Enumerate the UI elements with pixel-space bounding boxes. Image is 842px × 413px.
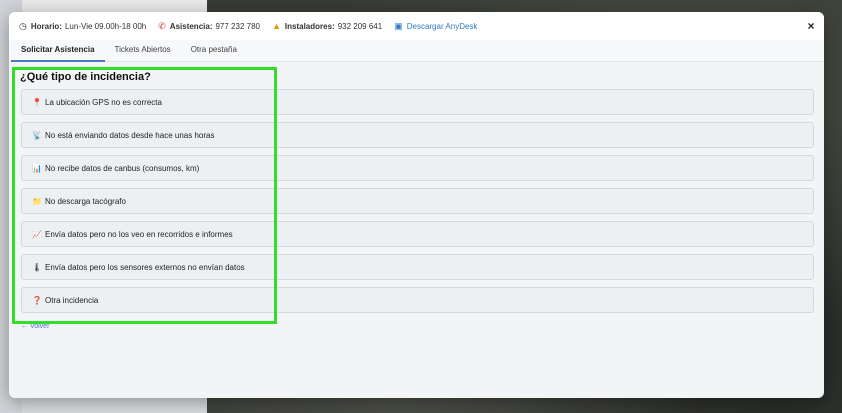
back-link[interactable]: ← Volver [21, 323, 49, 330]
bar-chart-icon: 📊 [32, 163, 42, 173]
incident-option-gps[interactable]: 📍 La ubicación GPS no es correcta [21, 89, 814, 115]
tab-otra-pestana[interactable]: Otra pestaña [181, 40, 247, 62]
assistance-label: Asistencia: [169, 21, 213, 31]
anydesk-download[interactable]: ▣ Descargar AnyDesk [394, 20, 478, 31]
incident-option-canbus[interactable]: 📊 No recibe datos de canbus (consumos, k… [21, 155, 814, 181]
incident-option-label: Envía datos pero no los veo en recorrido… [45, 229, 233, 239]
phone-icon: ✆ [158, 20, 166, 31]
installers-phone: 932 209 641 [337, 21, 383, 31]
anydesk-download-link[interactable]: Descargar AnyDesk [407, 22, 478, 31]
tab-bar: Solicitar Asistencia Tickets Abiertos Ot… [9, 40, 824, 62]
assistance-phone: 977 232 780 [215, 21, 260, 31]
incident-option-label: Otra incidencia [45, 295, 99, 305]
clock-icon: ◷ [19, 20, 27, 31]
schedule-label: Horario: [30, 21, 62, 31]
tab-solicitar-asistencia[interactable]: Solicitar Asistencia [11, 40, 105, 62]
satellite-icon: 📡 [32, 130, 42, 140]
incident-option-label: No está enviando datos desde hace unas h… [45, 130, 215, 140]
installers-label: Instaladores: [284, 21, 335, 31]
incident-option-label: La ubicación GPS no es correcta [45, 97, 162, 107]
worker-icon: ▲ [271, 20, 281, 31]
incident-options-list: 📍 La ubicación GPS no es correcta 📡 No e… [21, 89, 814, 320]
close-button[interactable]: × [804, 19, 818, 33]
question-mark-icon: ❓ [32, 295, 42, 305]
tab-content: ¿Qué tipo de incidencia? 📍 La ubicación … [9, 62, 824, 398]
incident-option-no-data[interactable]: 📡 No está enviando datos desde hace unas… [21, 122, 814, 148]
schedule-info: ◷ Horario: Lun-Vie 09.00h-18 00h [19, 20, 147, 31]
thermometer-icon: 🌡 [32, 262, 43, 272]
incident-option-other[interactable]: ❓ Otra incidencia [21, 287, 814, 313]
installers-info: ▲ Instaladores: 932 209 641 [271, 20, 383, 31]
incident-option-tachograph[interactable]: 📁 No descarga tacógrafo [21, 188, 814, 214]
incident-type-heading: ¿Qué tipo de incidencia? [20, 71, 151, 83]
tab-tickets-abiertos[interactable]: Tickets Abiertos [105, 40, 181, 62]
folder-icon: 📁 [32, 196, 42, 206]
map-pin-icon: 📍 [32, 97, 42, 107]
incident-option-reports[interactable]: 📈 Envía datos pero no los veo en recorri… [21, 221, 814, 247]
contact-info-bar: ◷ Horario: Lun-Vie 09.00h-18 00h ✆ Asist… [9, 12, 824, 40]
monitor-icon: ▣ [394, 20, 403, 31]
schedule-value: Lun-Vie 09.00h-18 00h [64, 21, 147, 31]
incident-option-label: No descarga tacógrafo [45, 196, 126, 206]
incident-option-sensors[interactable]: 🌡 Envía datos pero los sensores externos… [21, 254, 814, 280]
incident-option-label: Envía datos pero los sensores externos n… [45, 262, 245, 272]
assistance-info: ✆ Asistencia: 977 232 780 [158, 20, 260, 31]
incident-option-label: No recibe datos de canbus (consumos, km) [45, 163, 200, 173]
support-modal: ◷ Horario: Lun-Vie 09.00h-18 00h ✆ Asist… [9, 12, 824, 398]
line-chart-icon: 📈 [32, 229, 42, 239]
